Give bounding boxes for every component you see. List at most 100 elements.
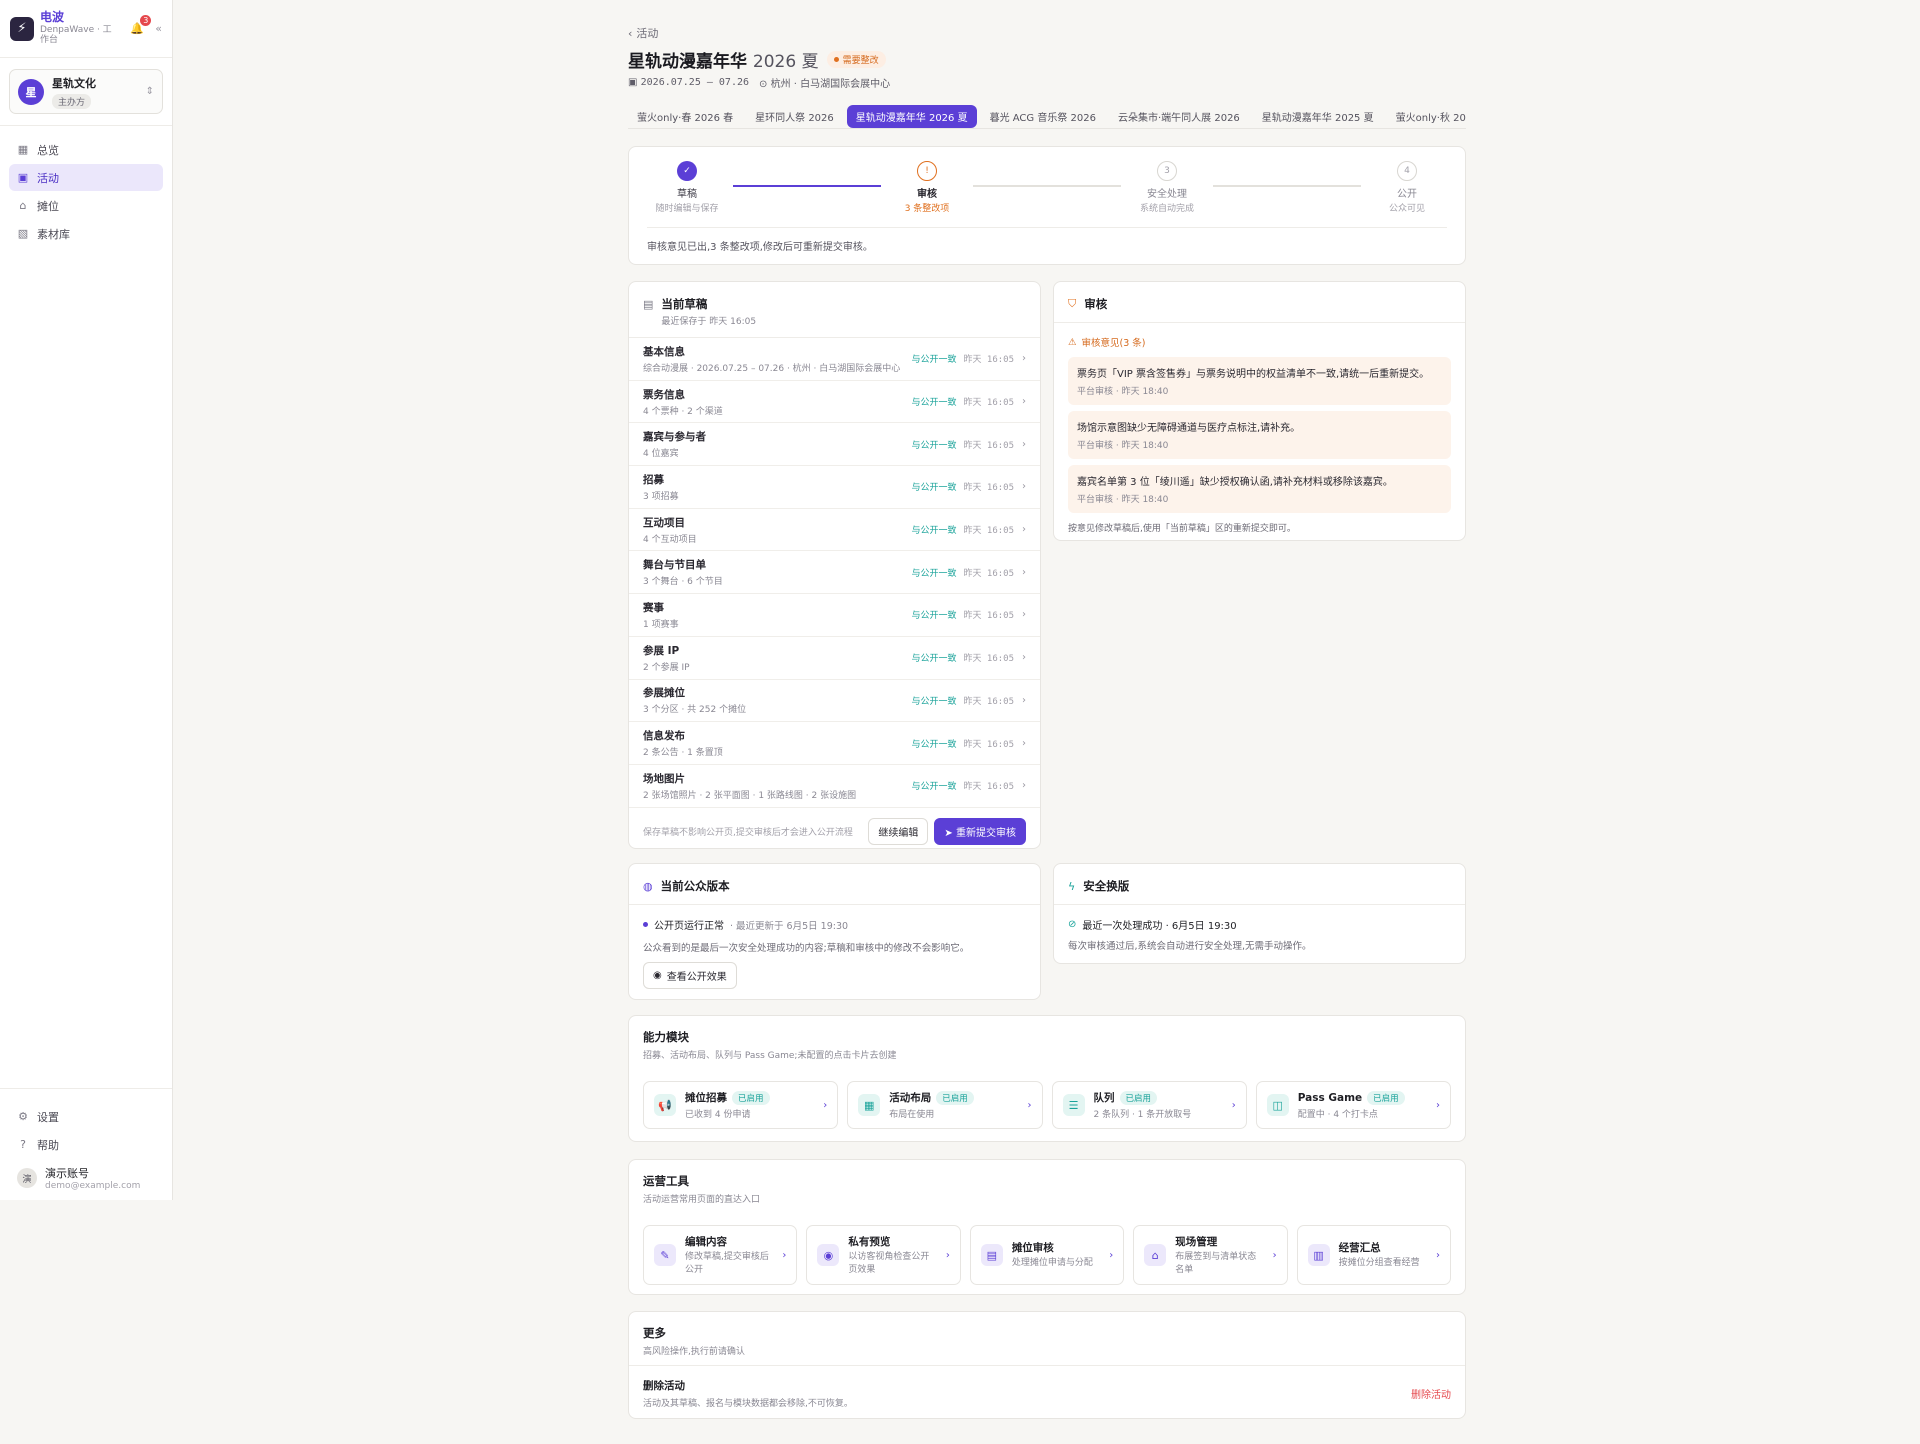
draft-section-row[interactable]: 票务信息 4 个票种 · 2 个渠道 与公开一致 昨天 16:05 ›: [629, 381, 1040, 424]
ops-tool-card[interactable]: ✎ 编辑内容 修改草稿,提交审核后公开 ›: [643, 1225, 798, 1285]
section-status: 与公开一致: [911, 568, 957, 579]
delete-event-button[interactable]: 删除活动: [1411, 1386, 1451, 1401]
resubmit-review-button[interactable]: ➤ 重新提交审核: [934, 817, 1026, 845]
card-subtitle: 高风险操作,执行前请确认: [643, 1347, 745, 1357]
ops-tool-card[interactable]: ⌂ 现场管理 布展签到与清单状态名单 ›: [1133, 1225, 1288, 1285]
step-public: 4 公开 公众可见: [1347, 161, 1467, 214]
section-status: 与公开一致: [911, 398, 957, 409]
clipboard-icon: ▤: [980, 1244, 1003, 1266]
review-comment: 票务页「VIP 票含签售券」与票务说明中的权益清单不一致,请统一后重新提交。 平…: [1068, 357, 1451, 405]
back-link[interactable]: ‹ 活动: [628, 25, 658, 41]
safe-status: 最近一次处理成功 · 6月5日 19:30: [1082, 921, 1237, 932]
org-switcher[interactable]: 星 星轨文化 主办方 ⇕: [9, 69, 163, 114]
continue-edit-button[interactable]: 继续编辑: [868, 817, 929, 845]
tab-event[interactable]: 云朵集市·端午同人展 2026: [1109, 105, 1249, 128]
section-desc: 综合动漫展 · 2026.07.25 – 07.26 · 杭州 · 白马湖国际会…: [643, 363, 901, 374]
module-card[interactable]: 📢 摊位招募 已启用 已收到 4 份申请 ›: [643, 1081, 839, 1129]
ops-tool-desc: 布展签到与清单状态名单: [1175, 1252, 1257, 1275]
review-comment: 场馆示意图缺少无障碍通道与医疗点标注,请补充。 平台审核 · 昨天 18:40: [1068, 411, 1451, 459]
draft-section-row[interactable]: 舞台与节目单 3 个舞台 · 6 个节目 与公开一致 昨天 16:05 ›: [629, 551, 1040, 595]
chevron-up-down-icon: ⇕: [145, 86, 154, 97]
sidebar-item-settings[interactable]: ⚙ 设置: [9, 1103, 163, 1130]
sidebar-item-help[interactable]: ? 帮助: [9, 1131, 163, 1158]
review-footer: 按意见修改草稿后,使用「当前草稿」区的重新提交即可。: [1068, 524, 1296, 534]
account-menu[interactable]: 演 演示账号 demo@example.com: [9, 1159, 163, 1197]
card-subtitle: 招募、活动布局、队列与 Pass Game;未配置的点击卡片去创建: [643, 1051, 897, 1061]
section-status: 与公开一致: [911, 739, 957, 750]
view-public-button[interactable]: ◉ 查看公开效果: [643, 962, 737, 989]
module-card[interactable]: ▦ 活动布局 已启用 布局在使用 ›: [847, 1081, 1043, 1129]
account-email: demo@example.com: [45, 1181, 141, 1191]
chevron-right-icon: ›: [1436, 1099, 1440, 1111]
draft-section-row[interactable]: 互动项目 4 个互动项目 与公开一致 昨天 16:05 ›: [629, 509, 1040, 552]
avatar: 演: [17, 1168, 37, 1188]
draft-section-row[interactable]: 招募 3 项招募 与公开一致 昨天 16:05 ›: [629, 466, 1040, 509]
module-card[interactable]: ☰ 队列 已启用 2 条队列 · 1 条开放取号 ›: [1051, 1081, 1247, 1129]
public-desc: 公众看到的是最后一次安全处理成功的内容;草稿和审核中的修改不会影响它。: [643, 943, 970, 954]
tab-event[interactable]: 萤火only·秋 2025: [1387, 105, 1466, 128]
step-connector: [973, 185, 1121, 187]
draft-section-row[interactable]: 场地图片 2 张场馆照片 · 2 张平面图 · 1 张路线图 · 2 张设施图 与公…: [629, 765, 1040, 808]
section-status: 与公开一致: [911, 483, 957, 494]
tab-event[interactable]: 星环同人祭 2026: [746, 105, 843, 128]
eye-icon: ◉: [817, 1244, 840, 1266]
status-badge: 需要整改: [826, 51, 886, 68]
tab-event[interactable]: 萤火only·春 2026 春: [628, 105, 742, 128]
sidebar-item-label: 帮助: [37, 1138, 59, 1152]
chevron-right-icon: ›: [823, 1099, 828, 1111]
chevron-right-icon: ›: [1436, 1249, 1441, 1261]
collapse-sidebar-icon[interactable]: «: [155, 22, 162, 35]
section-desc: 2 个参展 IP: [643, 662, 690, 673]
sidebar-item-label: 设置: [37, 1110, 59, 1124]
ops-tool-card[interactable]: ▥ 经营汇总 按摊位分组查看经营 ›: [1296, 1225, 1452, 1285]
location: ⊙ 杭州 · 白马湖国际会展中心: [759, 79, 891, 90]
step-safety: 3 安全处理 系统自动完成: [1107, 161, 1227, 214]
section-name: 信息发布: [643, 730, 685, 743]
step-draft: ✓ 草稿 随时编辑与保存: [627, 161, 747, 214]
sidebar-item-booths[interactable]: ⌂ 摊位: [9, 192, 163, 219]
draft-section-row[interactable]: 参展 IP 2 个参展 IP 与公开一致 昨天 16:05 ›: [629, 637, 1040, 680]
tab-event[interactable]: 星轨动漫嘉年华 2025 夏: [1253, 105, 1383, 128]
sidebar-item-label: 总览: [37, 143, 59, 157]
store-icon: ⌂: [1144, 1244, 1167, 1266]
module-name: 活动布局: [889, 1092, 932, 1104]
public-version-card: ◍ 当前公众版本 公开页运行正常 · 最近更新于 6月5日 19:30 公众看到…: [628, 863, 1041, 1000]
sidebar-item-overview[interactable]: ▦ 总览: [9, 136, 163, 163]
draft-section-row[interactable]: 赛事 1 项赛事 与公开一致 昨天 16:05 ›: [629, 594, 1040, 637]
section-name: 互动项目: [643, 516, 685, 529]
chevron-right-icon: ›: [945, 1249, 950, 1261]
section-status: 与公开一致: [911, 611, 957, 622]
ops-tool-card[interactable]: ◉ 私有预览 以访客视角检查公开页效果 ›: [806, 1225, 961, 1285]
card-title: 安全换版: [1083, 879, 1130, 893]
module-desc: 2 条队列 · 1 条开放取号: [1093, 1110, 1192, 1120]
notification-bell-icon[interactable]: 🔔 3: [129, 14, 152, 37]
chevron-right-icon: ›: [1022, 438, 1026, 450]
public-status: 公开页运行正常: [654, 921, 724, 932]
tab-event[interactable]: 暮光 ACG 音乐祭 2026: [981, 105, 1105, 128]
sidebar-item-events[interactable]: ▣ 活动: [9, 164, 163, 191]
sidebar-item-assets[interactable]: ▧ 素材库: [9, 220, 163, 247]
module-card[interactable]: ◫ Pass Game 已启用 配置中 · 4 个打卡点 ›: [1255, 1081, 1451, 1129]
sidebar-nav: ▦ 总览 ▣ 活动 ⌂ 摊位 ▧ 素材库: [0, 136, 172, 247]
draft-section-row[interactable]: 嘉宾与参与者 4 位嘉宾 与公开一致 昨天 16:05 ›: [629, 423, 1040, 467]
tab-event-active[interactable]: 星轨动漫嘉年华 2026 夏: [846, 105, 977, 128]
step-connector: [1213, 185, 1361, 187]
section-time: 昨天 16:05: [963, 611, 1014, 622]
globe-icon: ◍: [643, 879, 653, 893]
ops-tool-card[interactable]: ▤ 摊位审核 处理摊位申请与分配 ›: [969, 1225, 1125, 1285]
section-time: 昨天 16:05: [963, 696, 1014, 707]
ops-tool-name: 经营汇总: [1338, 1242, 1381, 1255]
page-title-season: 2026 夏: [752, 52, 819, 72]
card-title: 当前公众版本: [660, 879, 730, 893]
section-status: 与公开一致: [911, 654, 957, 665]
brand-logo[interactable]: ⚡: [10, 16, 34, 41]
check-circle-icon: ⊘: [1068, 919, 1077, 930]
draft-section-row[interactable]: 基本信息 综合动漫展 · 2026.07.25 – 07.26 · 杭州 · 白马…: [629, 338, 1040, 381]
status-dot-icon: [643, 922, 648, 927]
module-name: Pass Game: [1297, 1091, 1363, 1104]
workflow-stepper: ✓ 草稿 随时编辑与保存 ! 审核 3 条整改项 3 安全处理 系统自动完成 4…: [628, 146, 1466, 265]
org-name: 星轨文化: [52, 76, 96, 90]
draft-section-row[interactable]: 参展摊位 3 个分区 · 共 252 个摊位 与公开一致 昨天 16:05 ›: [629, 680, 1040, 723]
draft-section-row[interactable]: 信息发布 2 条公告 · 1 条置顶 与公开一致 昨天 16:05 ›: [629, 722, 1040, 765]
section-time: 昨天 16:05: [963, 568, 1014, 579]
